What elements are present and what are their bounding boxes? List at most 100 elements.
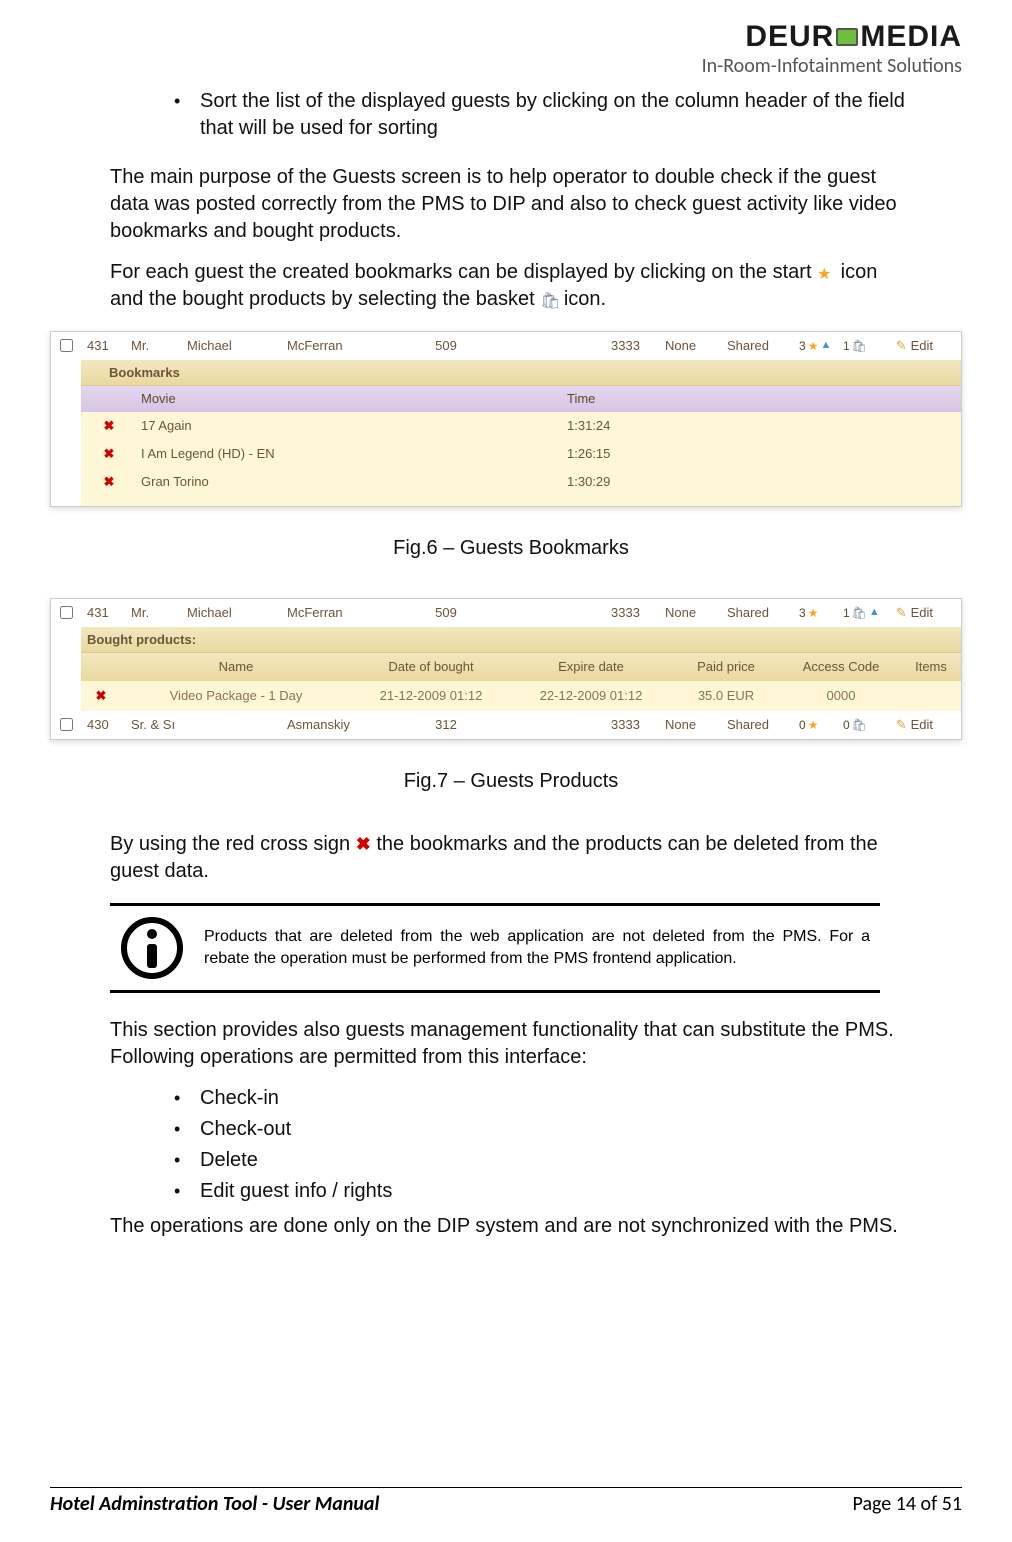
guest-last: McFerran <box>281 604 391 622</box>
op-edit: Edit guest info / rights <box>200 1178 912 1205</box>
op-delete: Delete <box>200 1147 912 1174</box>
guest-num: 3333 <box>605 604 659 622</box>
pencil-icon: ✎ <box>896 716 907 734</box>
page-content: Sort the list of the displayed guests by… <box>50 88 962 1240</box>
para-purpose: The main purpose of the Guests screen is… <box>110 164 912 245</box>
guest-num: 3333 <box>605 337 659 355</box>
col-code[interactable]: Access Code <box>781 658 901 676</box>
guest-id: 431 <box>81 337 125 355</box>
col-items[interactable]: Items <box>901 658 961 676</box>
guest-shared: Shared <box>721 604 793 622</box>
bookmarks-badge[interactable]: 3★▲ <box>799 338 831 354</box>
pencil-icon: ✎ <box>896 337 907 355</box>
product-row: ✖ Video Package - 1 Day 21-12-2009 01:12… <box>81 681 961 711</box>
delete-icon[interactable]: ✖ <box>81 473 137 491</box>
footer-title: Hotel Adminstration Tool - User Manual <box>50 1492 379 1516</box>
basket-icon: 🛍 <box>852 338 867 354</box>
para-icons: For each guest the created bookmarks can… <box>110 259 912 313</box>
basket-icon: 🛍 <box>852 605 867 621</box>
bookmark-time: 1:31:24 <box>567 417 767 435</box>
figure-6-caption: Fig.6 – Guests Bookmarks <box>110 535 912 562</box>
guest-last: Asmanskiy <box>281 716 391 734</box>
guest-none: None <box>659 604 721 622</box>
pencil-icon: ✎ <box>896 604 907 622</box>
figure-7-caption: Fig.7 – Guests Products <box>110 768 912 795</box>
info-note: Products that are deleted from the web a… <box>110 903 880 993</box>
col-date[interactable]: Date of bought <box>351 658 511 676</box>
bookmark-row: ✖ 17 Again 1:31:24 <box>81 412 961 440</box>
guest-last: McFerran <box>281 337 391 355</box>
products-badge[interactable]: 1🛍▲ <box>843 605 880 621</box>
guest-id: 430 <box>81 716 125 734</box>
guest-salutation: Mr. <box>125 604 181 622</box>
col-expire[interactable]: Expire date <box>511 658 671 676</box>
para-red-cross-a: By using the red cross sign <box>110 833 356 855</box>
brand-tagline: In-Room-Infotainment Solutions <box>50 54 962 78</box>
para-management: This section provides also guests manage… <box>110 1017 912 1071</box>
product-price: 35.0 EUR <box>671 687 781 705</box>
delete-icon[interactable]: ✖ <box>81 687 121 705</box>
red-cross-icon: ✖ <box>356 834 371 854</box>
brand-pre: DEUR <box>745 20 834 54</box>
row-checkbox[interactable] <box>60 718 73 731</box>
guest-salutation: Mr. <box>125 337 181 355</box>
basket-icon: 🛍 <box>540 291 558 309</box>
col-name[interactable]: Name <box>121 658 351 676</box>
bookmark-time: 1:26:15 <box>567 445 767 463</box>
delete-icon[interactable]: ✖ <box>81 417 137 435</box>
info-note-text: Products that are deleted from the web a… <box>204 926 870 969</box>
row-checkbox[interactable] <box>60 606 73 619</box>
up-arrow-icon: ▲ <box>869 605 880 620</box>
bookmark-time: 1:30:29 <box>567 473 767 491</box>
bookmark-movie: 17 Again <box>137 417 567 435</box>
edit-link[interactable]: ✎Edit <box>881 716 941 734</box>
bookmarks-section-title: Bookmarks <box>81 360 961 386</box>
para-icons-a: For each guest the created bookmarks can… <box>110 261 817 283</box>
op-checkin: Check-in <box>200 1085 912 1112</box>
col-movie[interactable]: Movie <box>137 390 567 408</box>
guest-id: 431 <box>81 604 125 622</box>
edit-link[interactable]: ✎Edit <box>881 604 941 622</box>
guest-first: Michael <box>181 337 281 355</box>
edit-link[interactable]: ✎Edit <box>881 337 941 355</box>
page-footer: Hotel Adminstration Tool - User Manual P… <box>50 1487 962 1516</box>
brand-post: MEDIA <box>860 20 962 54</box>
products-badge[interactable]: 1🛍 <box>843 338 867 354</box>
delete-icon[interactable]: ✖ <box>81 445 137 463</box>
col-time[interactable]: Time <box>567 390 767 408</box>
star-icon: ★ <box>808 717 819 733</box>
basket-icon: 🛍 <box>852 717 867 733</box>
bookmark-movie: I Am Legend (HD) - EN <box>137 445 567 463</box>
star-icon: ★ <box>817 264 835 282</box>
up-arrow-icon: ▲ <box>820 338 831 353</box>
bookmark-row: ✖ Gran Torino 1:30:29 <box>81 468 961 496</box>
bullet-sort: Sort the list of the displayed guests by… <box>200 88 912 142</box>
para-sync-note: The operations are done only on the DIP … <box>110 1213 912 1240</box>
guest-room: 312 <box>391 716 501 734</box>
products-badge[interactable]: 0🛍 <box>843 717 867 733</box>
star-icon: ★ <box>808 338 819 354</box>
bookmark-row: ✖ I Am Legend (HD) - EN 1:26:15 <box>81 440 961 468</box>
guest-room: 509 <box>391 604 501 622</box>
brand-name: DEUR MEDIA <box>745 20 962 54</box>
product-date: 21-12-2009 01:12 <box>351 687 511 705</box>
product-expire: 22-12-2009 01:12 <box>511 687 671 705</box>
guest-none: None <box>659 337 721 355</box>
para-red-cross: By using the red cross sign ✖ the bookma… <box>110 831 912 885</box>
guest-salutation: Sr. & Sı <box>125 716 181 734</box>
bookmarks-badge[interactable]: 3★ <box>799 605 818 621</box>
products-section-title: Bought products: <box>81 627 961 653</box>
row-checkbox[interactable] <box>60 339 73 352</box>
guest-num: 3333 <box>605 716 659 734</box>
guest-shared: Shared <box>721 337 793 355</box>
product-name: Video Package - 1 Day <box>121 687 351 705</box>
col-price[interactable]: Paid price <box>671 658 781 676</box>
product-code: 0000 <box>781 687 901 705</box>
footer-page: Page 14 of 51 <box>853 1492 962 1516</box>
figure-7-screenshot: 431 Mr. Michael McFerran 509 3333 None S… <box>50 598 962 740</box>
header-logo: DEUR MEDIA In-Room-Infotainment Solution… <box>50 20 962 78</box>
bookmarks-badge[interactable]: 0★ <box>799 717 818 733</box>
guest-none: None <box>659 716 721 734</box>
guest-shared: Shared <box>721 716 793 734</box>
guest-room: 509 <box>391 337 501 355</box>
